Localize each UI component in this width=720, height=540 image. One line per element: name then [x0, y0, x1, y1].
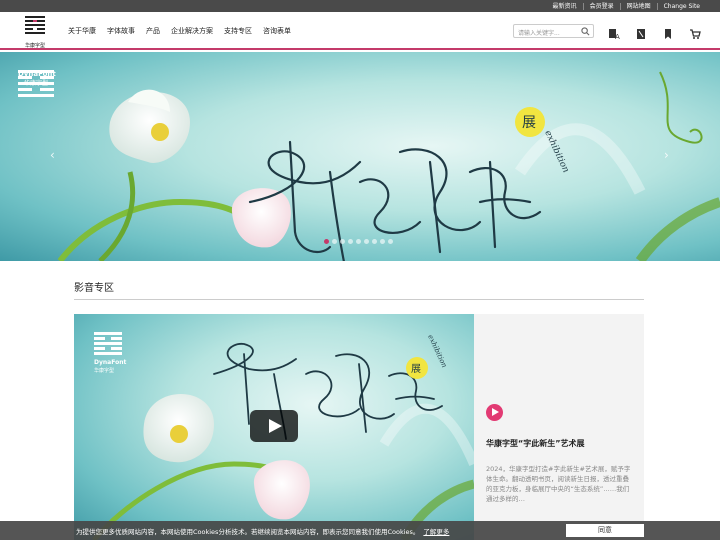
nav-font-stories[interactable]: 字体故事 — [107, 26, 135, 36]
section-title: 影音专区 — [74, 283, 114, 294]
nav-inquiry[interactable]: 咨询表单 — [263, 26, 291, 36]
banner-artwork: 展 exhibition — [57, 71, 720, 261]
banner-next-arrow[interactable]: › — [664, 148, 669, 162]
latest-news-link[interactable]: 最新资讯 — [547, 2, 584, 10]
font-icon[interactable]: A — [608, 25, 620, 41]
search-icon[interactable] — [581, 27, 590, 36]
main-nav: 关于华康 字体故事 产品 企业解决方案 支持专区 咨询表单 — [68, 12, 302, 50]
banner-dot[interactable] — [380, 239, 385, 244]
video-badge: 展 — [411, 363, 421, 375]
book-icon[interactable] — [635, 25, 647, 39]
banner-dot[interactable] — [372, 239, 377, 244]
video-player[interactable]: 展 exhibition DynaFont 华康字型 — [74, 314, 474, 540]
nav-products[interactable]: 产品 — [146, 26, 160, 36]
site-header: 华康字型 关于华康 字体故事 产品 企业解决方案 支持专区 咨询表单 请输入关键… — [0, 12, 720, 50]
dynafont-logo-icon — [25, 16, 45, 34]
logo-text: 华康字型 — [24, 43, 45, 49]
banner-pagination — [324, 239, 396, 244]
dynafont-logo-icon — [18, 70, 54, 97]
video-info-panel: 华康字型“字此新生”艺术展 2024，华康字型打造#字此新生#艺术展，赋予字体生… — [474, 314, 644, 540]
video-script: exhibition — [426, 333, 448, 369]
search-placeholder: 请输入关键字... — [518, 30, 560, 37]
cart-icon[interactable] — [689, 25, 701, 39]
banner-dot[interactable] — [364, 239, 369, 244]
banner-dot[interactable] — [340, 239, 345, 244]
banner-prev-arrow[interactable]: ‹ — [50, 148, 55, 162]
search-input[interactable]: 请输入关键字... — [513, 24, 594, 38]
section-divider — [74, 299, 644, 300]
banner-dot[interactable] — [348, 239, 353, 244]
banner-brand-logo: DynaFont 华康字型 — [18, 70, 56, 97]
video-description: 2024，华康字型打造#字此新生#艺术展，赋予字体生命。翻动透明书页，阅读新生日… — [486, 465, 631, 503]
nav-about[interactable]: 关于华康 — [68, 26, 96, 36]
cookie-agree-button[interactable]: 同意 — [566, 524, 644, 537]
banner-dot[interactable] — [388, 239, 393, 244]
video-title[interactable]: 华康字型“字此新生”艺术展 — [486, 438, 636, 449]
sitemap-link[interactable]: 网站地图 — [621, 2, 658, 10]
member-login-link[interactable]: 会员登录 — [584, 2, 621, 10]
bookmark-icon[interactable] — [662, 25, 674, 39]
nav-support[interactable]: 支持专区 — [224, 26, 252, 36]
cookie-text: 为提供您更多优质网站内容，本网站使用Cookies分析技术。若继续阅览本网站内容… — [76, 527, 420, 536]
video-brand-en: DynaFont — [94, 359, 126, 366]
video-brand-cn: 华康字型 — [94, 367, 114, 374]
header-icons: A — [608, 25, 716, 41]
site-logo[interactable]: 华康字型 — [24, 16, 46, 49]
play-circle-icon[interactable] — [486, 404, 503, 421]
banner-dot[interactable] — [332, 239, 337, 244]
banner-dot[interactable] — [356, 239, 361, 244]
nav-enterprise[interactable]: 企业解决方案 — [171, 26, 213, 36]
banner-badge: 展 — [522, 115, 536, 131]
banner-dot[interactable] — [324, 239, 329, 244]
cookie-learn-more-link[interactable]: 了解更多 — [423, 526, 449, 536]
top-utility-bar: 最新资讯 会员登录 网站地图 Change Site — [0, 0, 720, 12]
hero-banner[interactable]: 展 exhibition DynaFont 华康字型 ‹ › — [0, 52, 720, 261]
play-icon[interactable] — [250, 410, 298, 442]
change-site-link[interactable]: Change Site — [658, 3, 706, 10]
svg-text:A: A — [615, 33, 620, 40]
cookie-bar: 为提供您更多优质网站内容，本网站使用Cookies分析技术。若继续阅览本网站内容… — [0, 521, 720, 540]
